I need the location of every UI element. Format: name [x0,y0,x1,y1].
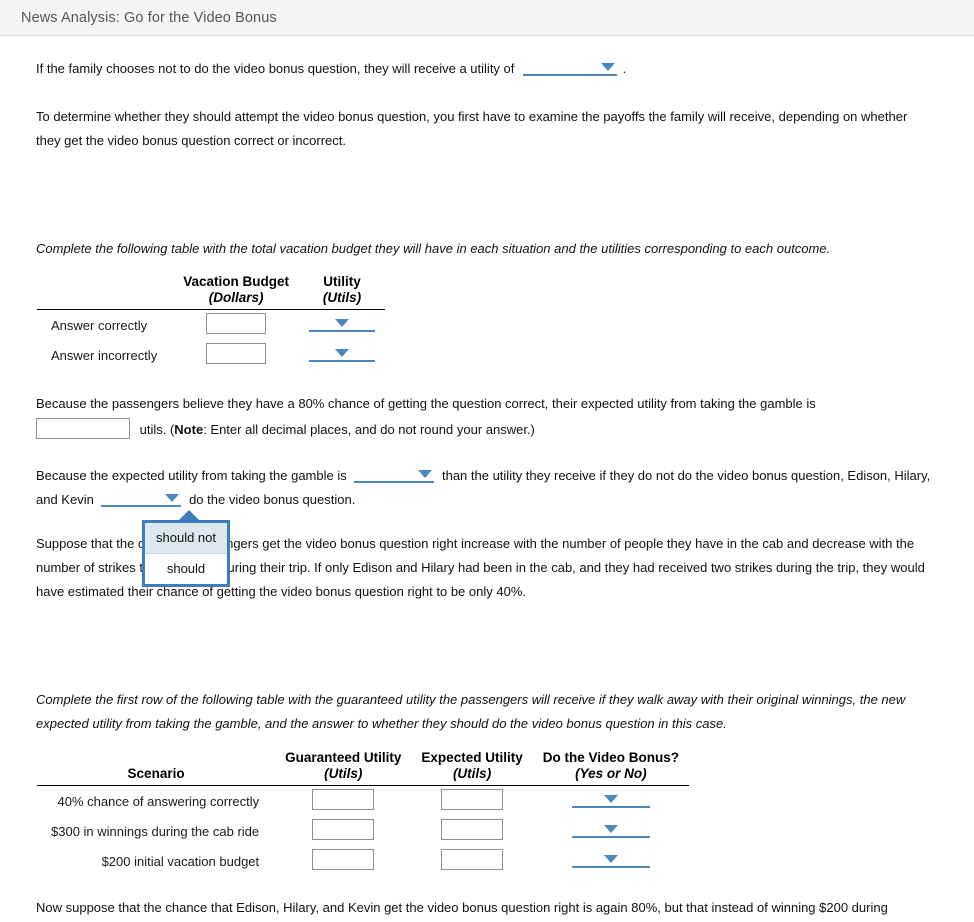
table1-header-sub: (Dollars) (Utils) [37,290,385,310]
utility-dropdown-answer-correctly[interactable] [308,315,375,332]
chevron-down-icon [603,825,618,833]
paragraph-next-scenario: Now suppose that the chance that Edison,… [36,900,888,915]
table2-row0-expected-cell [411,786,532,817]
table2-row1-guaranteed-cell [275,816,411,846]
decision-dropdown[interactable] [101,490,182,507]
table2-row1-label: $300 in winnings during the cab ride [51,823,260,839]
table2-col3-sub: (Yes or No) [532,766,689,786]
table1-col0-main [37,274,173,290]
table2-row0-label: 40% chance of answering correctly [57,793,260,809]
do-video-bonus-dropdown-row1[interactable] [571,821,650,838]
chevron-down-icon [165,494,180,502]
table1-row0-utility-cell [299,310,385,341]
comparison-dropdown[interactable] [354,466,435,483]
table1-col0-sub [37,290,174,310]
table1-row0-budget-cell [173,310,299,341]
guaranteed-utility-input-row0[interactable] [312,789,375,810]
table2-row2-guaranteed-cell [275,846,411,876]
chevron-down-icon [418,470,433,478]
table-row: $200 initial vacation budget [37,846,689,876]
expected-utility-input-row1[interactable] [441,819,504,840]
utility-of-dropdown[interactable] [523,59,618,76]
table2-col0-sub: Scenario [37,766,276,786]
expected-utility-input[interactable] [36,418,130,439]
utility-dropdown-answer-incorrectly[interactable] [308,345,375,362]
paragraph-expected-utility-text: Because the passengers believe they have… [36,396,816,411]
table2-row2-label: $200 initial vacation budget [101,853,260,869]
popup-pointer-icon [178,510,200,521]
table1-row1-budget-cell [173,340,299,370]
table1-row1-label: Answer incorrectly [51,347,158,363]
chevron-down-icon [603,795,618,803]
paragraph-utility-choice-period: . [622,61,627,76]
table2-row1-expected-cell [411,816,532,846]
table2-col1-main: Guaranteed Utility [285,750,402,765]
paragraph-determine-payoffs: To determine whether they should attempt… [36,109,908,148]
table1-col1-sub: (Dollars) [173,290,299,310]
table2-col2-sub: (Utils) [411,766,533,786]
table2-row0-guaranteed-cell [275,786,411,817]
paragraph-comparison-part-a: Because the expected utility from taking… [36,468,347,483]
paragraph-utility-choice-text: If the family chooses not to do the vide… [36,61,515,76]
scenario-utility-table: Guaranteed Utility Expected Utility Do t… [37,750,689,876]
expected-utility-input-row2[interactable] [441,849,504,870]
table2-row0-bonus-cell [533,786,689,817]
page-content: If the family chooses not to do the vide… [0,36,974,920]
table2-col2-main: Expected Utility [421,750,523,765]
chevron-down-icon [334,349,349,357]
table2-header-sub: Scenario (Utils) (Utils) (Yes or No) [37,766,689,786]
window-titlebar: News Analysis: Go for the Video Bonus [0,0,974,36]
guaranteed-utility-input-row2[interactable] [312,849,375,870]
decision-dropdown-popup[interactable]: should not should [142,510,230,587]
guaranteed-utility-input-row1[interactable] [312,819,375,840]
dropdown-option-should-not[interactable]: should not [145,523,227,554]
chevron-down-icon [603,855,618,863]
paragraph-expected-utility: Because the passengers believe they have… [36,392,916,416]
note-bold-label: Note [174,422,204,437]
table2-col3-main: Do the Video Bonus? [542,750,679,765]
instruction-table1: Complete the following table with the to… [36,241,831,256]
table-row: Answer incorrectly [37,340,385,370]
table-row: Answer correctly [37,310,385,341]
paragraph-comparison: Because the expected utility from taking… [36,464,946,512]
paragraph-comparison-part-c: do the video bonus question. [189,492,356,507]
table1-col2-main: Utility [323,274,361,289]
do-video-bonus-dropdown-row0[interactable] [571,791,650,808]
table2-col0-main [37,750,275,766]
table-row: 40% chance of answering correctly [37,786,689,817]
chevron-down-icon [601,63,616,71]
paragraph-utility-choice: If the family chooses not to do the vide… [36,57,938,81]
table1-col1-main: Vacation Budget [183,274,289,289]
note-rest-label: : Enter all decimal places, and do not r… [203,422,535,437]
table2-header-main: Guaranteed Utility Expected Utility Do t… [37,750,689,766]
chevron-down-icon [334,319,349,327]
expected-utility-input-row0[interactable] [441,789,504,810]
dropdown-option-should[interactable]: should [145,554,227,584]
page-title: News Analysis: Go for the Video Bonus [21,9,277,26]
table1-col2-sub: (Utils) [298,290,385,310]
vacation-budget-table: Vacation Budget Utility (Dollars) (Utils… [37,274,385,370]
paragraph-expected-utility-input-line: utils. (Note: Enter all decimal places, … [36,418,938,442]
table2-row2-expected-cell [411,846,532,876]
table1-row1-utility-cell [299,340,385,370]
table1-header-main: Vacation Budget Utility [37,274,385,290]
table2-row1-bonus-cell [533,816,689,846]
do-video-bonus-dropdown-row2[interactable] [571,851,650,868]
utils-label: utils. ( [139,422,175,437]
budget-input-answer-correctly[interactable] [206,313,267,334]
instruction-table2: Complete the first row of the following … [36,692,906,731]
table2-col1-sub: (Utils) [275,766,412,786]
table-row: $300 in winnings during the cab ride [37,816,689,846]
table1-row0-label: Answer correctly [51,317,148,333]
budget-input-answer-incorrectly[interactable] [206,343,267,364]
table2-row2-bonus-cell [533,846,689,876]
